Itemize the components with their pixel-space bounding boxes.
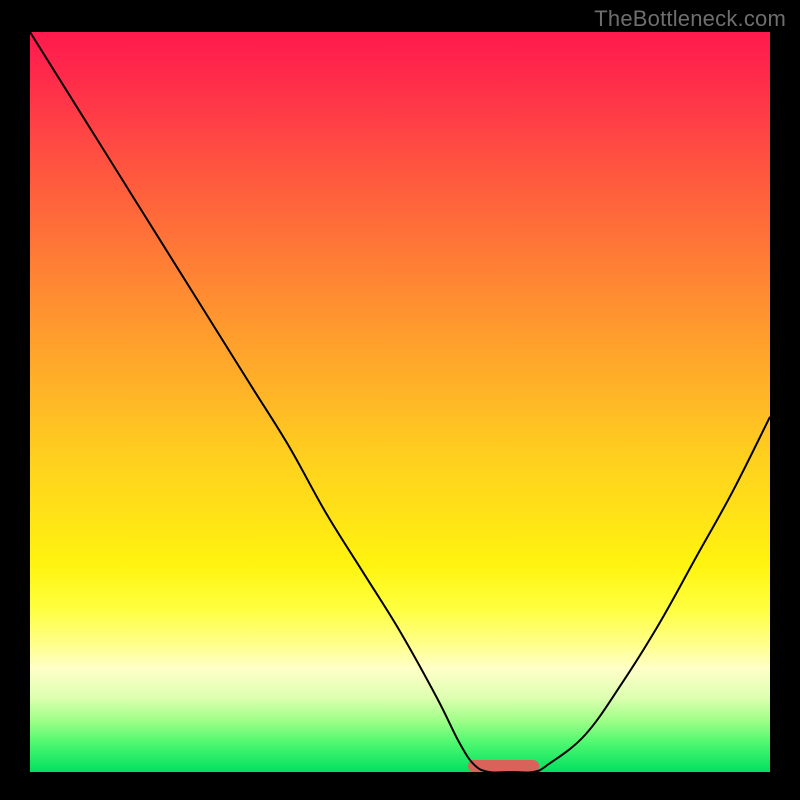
plot-area — [30, 32, 770, 772]
chart-frame: TheBottleneck.com — [0, 0, 800, 800]
watermark-text: TheBottleneck.com — [594, 6, 786, 32]
curve-main — [30, 32, 770, 772]
bottleneck-curve — [30, 32, 770, 772]
